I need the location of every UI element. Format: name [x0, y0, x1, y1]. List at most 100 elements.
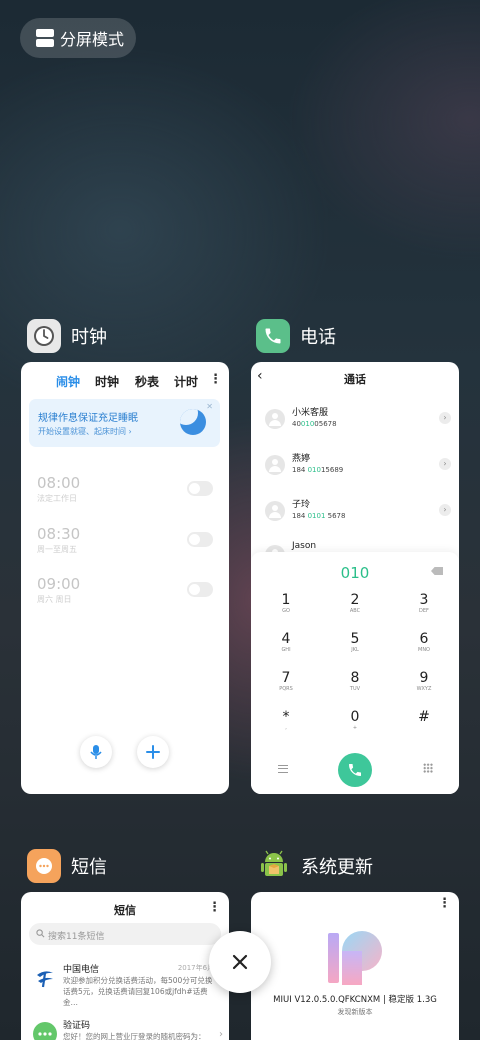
tab-stopwatch[interactable]: 秒表: [135, 373, 159, 390]
contact-name: 子玲: [292, 500, 311, 510]
clear-all-button[interactable]: [209, 931, 271, 993]
dial-key[interactable]: 8 TUV: [335, 670, 375, 693]
contact-item[interactable]: 子玲 184 0101 5678 ›: [265, 496, 451, 530]
keypad-icon[interactable]: [423, 763, 433, 773]
phone-icon: [349, 764, 361, 776]
clock-app-icon: [27, 319, 61, 353]
sleep-banner[interactable]: 规律作息保证充足睡眠 开始设置就寝、起床时间 › ✕: [29, 399, 220, 447]
dial-key[interactable]: 7 PQRS: [266, 670, 306, 693]
alarm-item[interactable]: 08:00 法定工作日: [37, 474, 213, 508]
dial-key-letters: DEF: [419, 608, 429, 614]
dial-key-number: 9: [419, 670, 429, 686]
app-card-sms[interactable]: 短信 ⋮ 搜索11条短信 中国电信 2017年6月30 欢迎参加积分兑换话费活动…: [21, 892, 229, 1040]
contact-number: 184 01015689: [292, 466, 344, 474]
dial-key[interactable]: 6 MNO: [404, 631, 444, 654]
alarm-item[interactable]: 09:00 周六 周日: [37, 575, 213, 609]
plus-icon: [146, 745, 160, 759]
tab-timer[interactable]: 计时: [174, 373, 198, 390]
dial-key-number: 7: [281, 670, 291, 686]
sms-app-icon: [27, 849, 61, 883]
close-icon[interactable]: ✕: [206, 402, 213, 411]
search-icon: [36, 929, 45, 938]
app-header-clock[interactable]: 时钟: [27, 319, 107, 353]
clock-tabs: 闹钟 时钟 秒表 计时 ⋮: [21, 370, 229, 392]
contact-number: 184 0101 5678: [292, 512, 346, 520]
dial-key-number: 4: [281, 631, 291, 647]
sleep-banner-subtitle: 开始设置就寝、起床时间 ›: [38, 427, 132, 436]
app-name-phone: 电话: [300, 327, 336, 348]
moon-icon: [180, 409, 206, 435]
dial-key[interactable]: 2 ABC: [335, 592, 375, 615]
more-options-icon[interactable]: ⋮: [209, 372, 222, 387]
avatar: [265, 409, 285, 429]
dial-key-letters: +: [352, 725, 358, 731]
dial-key[interactable]: 1 GO: [266, 592, 306, 615]
voice-alarm-button[interactable]: [80, 736, 112, 768]
dial-key-number: 0: [350, 709, 360, 725]
dial-key-letters: WXYZ: [416, 686, 432, 692]
page-title: 通话: [344, 373, 366, 386]
alarm-toggle[interactable]: [187, 532, 213, 547]
contact-name: Jason: [292, 541, 317, 551]
dial-key[interactable]: 9 WXYZ: [404, 670, 444, 693]
dial-key-letters: GO: [282, 608, 290, 614]
sms-preview: 您好！您的网上营业厅登录的随机密码为：710679，有效时间为3分钟: [63, 1032, 206, 1040]
dial-key-number: 2: [350, 592, 360, 608]
list-item[interactable]: 验证码 您好！您的网上营业厅登录的随机密码为：710679，有效时间为3分钟 ›: [33, 1018, 223, 1040]
dial-key-letters: PQRS: [279, 686, 293, 692]
dial-key[interactable]: 4 GHI: [266, 631, 306, 654]
avatar: [265, 501, 285, 521]
app-name-sms: 短信: [71, 857, 107, 878]
dial-key-number: 6: [419, 631, 429, 647]
split-screen-icon: [36, 29, 54, 47]
dial-key-letters: ,: [285, 725, 287, 731]
contact-item[interactable]: 燕婷 184 01015689 ›: [265, 450, 451, 484]
verification-code-icon: [33, 1022, 57, 1040]
alarm-item[interactable]: 08:30 周一至周五: [37, 525, 213, 559]
dial-key-letters: JKL: [351, 647, 359, 653]
search-input[interactable]: 搜索11条短信: [29, 923, 221, 945]
dial-key[interactable]: 5 JKL: [335, 631, 375, 654]
split-screen-button[interactable]: 分屏模式: [20, 18, 136, 58]
more-options-icon[interactable]: ⋮: [208, 900, 221, 915]
tab-alarm[interactable]: 闹钟: [56, 373, 80, 390]
dial-key-letters: TUV: [349, 686, 361, 692]
alarm-toggle[interactable]: [187, 582, 213, 597]
contact-number: 4001005678: [292, 420, 337, 428]
alarm-toggle[interactable]: [187, 481, 213, 496]
app-header-updater[interactable]: 系统更新: [257, 849, 373, 883]
alarm-time: 08:00: [37, 474, 81, 492]
avatar: [265, 455, 285, 475]
tab-clock[interactable]: 时钟: [95, 373, 119, 390]
chevron-right-icon[interactable]: ›: [439, 504, 451, 516]
phone-app-icon: [256, 319, 290, 353]
app-card-clock[interactable]: 闹钟 时钟 秒表 计时 ⋮ 规律作息保证充足睡眠 开始设置就寝、起床时间 › ✕…: [21, 362, 229, 794]
dial-entry: 010: [340, 564, 370, 582]
app-header-phone[interactable]: 电话: [256, 319, 336, 353]
app-header-sms[interactable]: 短信: [27, 849, 107, 883]
chevron-right-icon[interactable]: ›: [439, 458, 451, 470]
more-options-icon[interactable]: ⋮: [438, 896, 451, 911]
microphone-icon: [90, 745, 102, 759]
add-alarm-button[interactable]: [137, 736, 169, 768]
chevron-right-icon[interactable]: ›: [439, 412, 451, 424]
close-icon: [232, 954, 248, 970]
dial-key[interactable]: 0 +: [335, 709, 375, 732]
app-name-updater: 系统更新: [301, 857, 373, 878]
sms-preview: 欢迎参加积分兑换话费活动，每500分可兑换话费5元，兑换话费请回复106或jfd…: [63, 976, 213, 1007]
call-button[interactable]: [338, 753, 372, 787]
dial-key[interactable]: 3 DEF: [404, 592, 444, 615]
alarm-desc: 法定工作日: [37, 494, 77, 503]
dial-key[interactable]: *,: [266, 709, 306, 732]
split-screen-label: 分屏模式: [60, 30, 125, 49]
list-item[interactable]: 中国电信 2017年6月30 欢迎参加积分兑换话费活动，每500分可兑换话费5元…: [33, 962, 223, 1007]
menu-icon[interactable]: [278, 765, 288, 773]
contact-name: 燕婷: [292, 454, 311, 464]
dial-key-letters: ABC: [349, 608, 361, 614]
dial-key-number: 3: [419, 592, 429, 608]
app-card-updater[interactable]: ⋮ MIUI V12.0.5.0.QFKCNXM | 稳定版 1.3G 发现新版…: [251, 892, 459, 1040]
dial-key[interactable]: #: [404, 709, 444, 725]
contact-item[interactable]: 小米客服 4001005678 ›: [265, 404, 451, 438]
sms-sender: 中国电信: [63, 965, 100, 975]
app-card-phone[interactable]: ‹ 通话 小米客服 4001005678 › 燕婷 184 01015689 ›…: [251, 362, 459, 794]
